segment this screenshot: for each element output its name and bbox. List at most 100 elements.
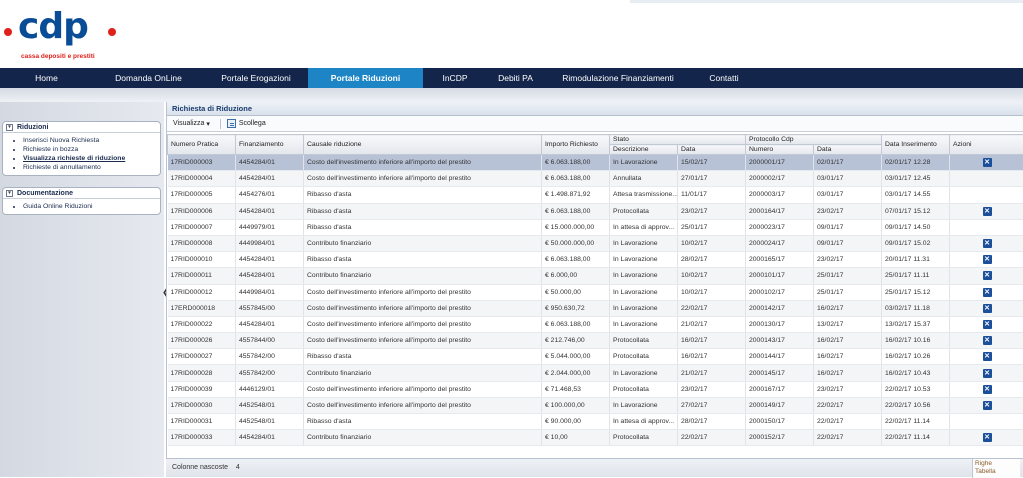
cell-finanziamento: 4454284/01	[236, 171, 304, 187]
delete-icon[interactable]: ✕	[983, 239, 992, 248]
visualizza-menu-button[interactable]: Visualizza ▾	[173, 120, 210, 128]
cell-stato-data: 10/02/17	[678, 235, 746, 251]
table-row[interactable]: 17RID0000054454276/01Ribasso d'asta€ 1.4…	[168, 187, 1023, 203]
collapse-icon[interactable]: ▾	[6, 124, 13, 131]
cell-stato-descrizione: In attesa di approv...	[610, 219, 678, 235]
cell-protocollo-data: 16/02/17	[814, 365, 882, 381]
cell-azioni	[950, 414, 1023, 430]
delete-icon[interactable]: ✕	[983, 369, 992, 378]
cell-importo: € 6.063.188,00	[542, 171, 610, 187]
cell-protocollo-data: 23/02/17	[814, 203, 882, 219]
cell-stato-data: 21/02/17	[678, 316, 746, 332]
delete-icon[interactable]: ✕	[983, 304, 992, 313]
cell-importo: € 6.063.188,00	[542, 252, 610, 268]
header-protocollo-numero[interactable]: Numero	[746, 145, 814, 155]
header-finanziamento[interactable]: Finanziamento	[236, 135, 304, 155]
header-stato-data[interactable]: Data	[678, 145, 746, 155]
header-data-inserimento[interactable]: Data Inserimento	[882, 135, 950, 155]
cell-importo: € 1.498.871,92	[542, 187, 610, 203]
cell-protocollo-numero: 2000142/17	[746, 300, 814, 316]
cell-causale: Ribasso d'asta	[304, 349, 542, 365]
delete-icon[interactable]: ✕	[983, 158, 992, 167]
hidden-columns-count: 4	[236, 464, 240, 471]
table-row[interactable]: 17RID0000284557842/00Contributo finanzia…	[168, 365, 1023, 381]
table-row[interactable]: 17RID0000334454284/01Contributo finanzia…	[168, 430, 1023, 446]
table-footer: Colonne nascoste 4 Righe Tabella	[166, 458, 1023, 477]
table-row[interactable]: 17RID0000114454284/01Contributo finanzia…	[168, 268, 1023, 284]
nav-item-contatti[interactable]: Contatti	[692, 68, 756, 88]
delete-icon[interactable]: ✕	[983, 352, 992, 361]
delete-icon[interactable]: ✕	[983, 336, 992, 345]
scollega-button[interactable]: Scollega	[227, 119, 266, 128]
cell-stato-data: 23/02/17	[678, 381, 746, 397]
cell-stato-descrizione: Protocollata	[610, 349, 678, 365]
header-stato-descrizione[interactable]: Descrizione	[610, 145, 678, 155]
table-row[interactable]: 17RID0000314452548/01Ribasso d'asta€ 90.…	[168, 414, 1023, 430]
table-row[interactable]: 17RID0000074449979/01Ribasso d'asta€ 15.…	[168, 219, 1023, 235]
table-row[interactable]: 17RID0000124449984/01Costo dell'investim…	[168, 284, 1023, 300]
table-row[interactable]: 17RID0000104454284/01Ribasso d'asta€ 6.0…	[168, 252, 1023, 268]
delete-icon[interactable]: ✕	[983, 401, 992, 410]
nav-item-incdp[interactable]: InCDP	[423, 68, 487, 88]
cell-protocollo-numero: 2000149/17	[746, 397, 814, 413]
collapse-icon[interactable]: ▾	[6, 190, 13, 197]
table-row[interactable]: 17RID0000224454284/01Costo dell'investim…	[168, 316, 1023, 332]
cell-finanziamento: 4454284/01	[236, 316, 304, 332]
cell-causale: Costo dell'investimento inferiore all'im…	[304, 333, 542, 349]
cell-causale: Costo dell'investimento inferiore all'im…	[304, 397, 542, 413]
table-row[interactable]: 17RID0000064454284/01Ribasso d'asta€ 6.0…	[168, 203, 1023, 219]
cell-numero-pratica: 17RID000006	[168, 203, 236, 219]
delete-icon[interactable]: ✕	[983, 385, 992, 394]
header: cdp cassa depositi e prestiti	[0, 0, 1023, 68]
documentazione-panel-header[interactable]: ▾ Documentazione	[3, 188, 160, 199]
header-numero-pratica[interactable]: Numero Pratica	[168, 135, 236, 155]
sidebar-item-richieste-di-annullamento[interactable]: Richieste di annullamento	[23, 163, 160, 172]
table-row[interactable]: 17RID0000274557842/00Ribasso d'asta€ 5.0…	[168, 349, 1023, 365]
rows-table-toggle[interactable]: Righe Tabella	[972, 459, 1020, 478]
nav-item-portale-riduzioni[interactable]: Portale Riduzioni	[308, 68, 423, 88]
sidebar-item-guida-online-riduzioni[interactable]: Guida Online Riduzioni	[23, 202, 160, 211]
cell-protocollo-numero: 2000150/17	[746, 414, 814, 430]
table-row[interactable]: 17ERD0000184557845/00Costo dell'investim…	[168, 300, 1023, 316]
delete-icon[interactable]: ✕	[983, 288, 992, 297]
delete-icon[interactable]: ✕	[983, 320, 992, 329]
nav-item-rimodulazione-finanziamenti[interactable]: Rimodulazione Finanziamenti	[544, 68, 692, 88]
table-row[interactable]: 17RID0000044454284/01Costo dell'investim…	[168, 171, 1023, 187]
sidebar-item-richieste-in-bozza[interactable]: Richieste in bozza	[23, 145, 160, 154]
table-row[interactable]: 17RID0000264557844/00Costo dell'investim…	[168, 333, 1023, 349]
sidebar-item-inserisci-nuova-richiesta[interactable]: Inserisci Nuova Richiesta	[23, 136, 160, 145]
main-content: Richiesta di Riduzione Visualizza ▾ Scol…	[166, 102, 1023, 477]
table-row[interactable]: 17RID0000034454284/01Costo dell'investim…	[168, 155, 1023, 171]
delete-icon[interactable]: ✕	[983, 255, 992, 264]
cell-stato-descrizione: In Lavorazione	[610, 397, 678, 413]
cell-protocollo-numero: 2000144/17	[746, 349, 814, 365]
cell-causale: Ribasso d'asta	[304, 187, 542, 203]
nav-item-domanda-online[interactable]: Domanda OnLine	[93, 68, 204, 88]
header-importo[interactable]: Importo Richiesto	[542, 135, 610, 155]
header-protocollo-data[interactable]: Data	[814, 145, 882, 155]
table-row[interactable]: 17RID0000394446129/01Costo dell'investim…	[168, 381, 1023, 397]
cell-numero-pratica: 17RID000026	[168, 333, 236, 349]
delete-icon[interactable]: ✕	[983, 433, 992, 442]
cell-stato-descrizione: Annullata	[610, 171, 678, 187]
nav-item-portale-erogazioni[interactable]: Portale Erogazioni	[204, 68, 308, 88]
cell-numero-pratica: 17RID000033	[168, 430, 236, 446]
sidebar-item-visualizza-richieste-di-riduzione[interactable]: Visualizza richieste di riduzione	[23, 154, 160, 163]
cdp-logo[interactable]: cdp cassa depositi e prestiti	[4, 6, 144, 64]
nav-item-home[interactable]: Home	[0, 68, 93, 88]
logo-dot-right	[108, 28, 116, 36]
cell-numero-pratica: 17RID000030	[168, 397, 236, 413]
riduzioni-panel-header[interactable]: ▾ Riduzioni	[3, 122, 160, 133]
cell-azioni: ✕	[950, 430, 1023, 446]
cell-protocollo-numero: 2000023/17	[746, 219, 814, 235]
cell-data-inserimento: 22/02/17 11.14	[882, 414, 950, 430]
hidden-columns-info: Colonne nascoste 4	[172, 464, 240, 471]
delete-icon[interactable]: ✕	[983, 207, 992, 216]
cell-stato-descrizione: In attesa di approv...	[610, 414, 678, 430]
table-row[interactable]: 17RID0000304452548/01Costo dell'investim…	[168, 397, 1023, 413]
delete-icon[interactable]: ✕	[983, 271, 992, 280]
header-causale[interactable]: Causale riduzione	[304, 135, 542, 155]
nav-item-debiti-pa[interactable]: Debiti PA	[487, 68, 544, 88]
content-title: Richiesta di Riduzione	[167, 102, 1023, 116]
table-row[interactable]: 17RID0000084449984/01Contributo finanzia…	[168, 235, 1023, 251]
